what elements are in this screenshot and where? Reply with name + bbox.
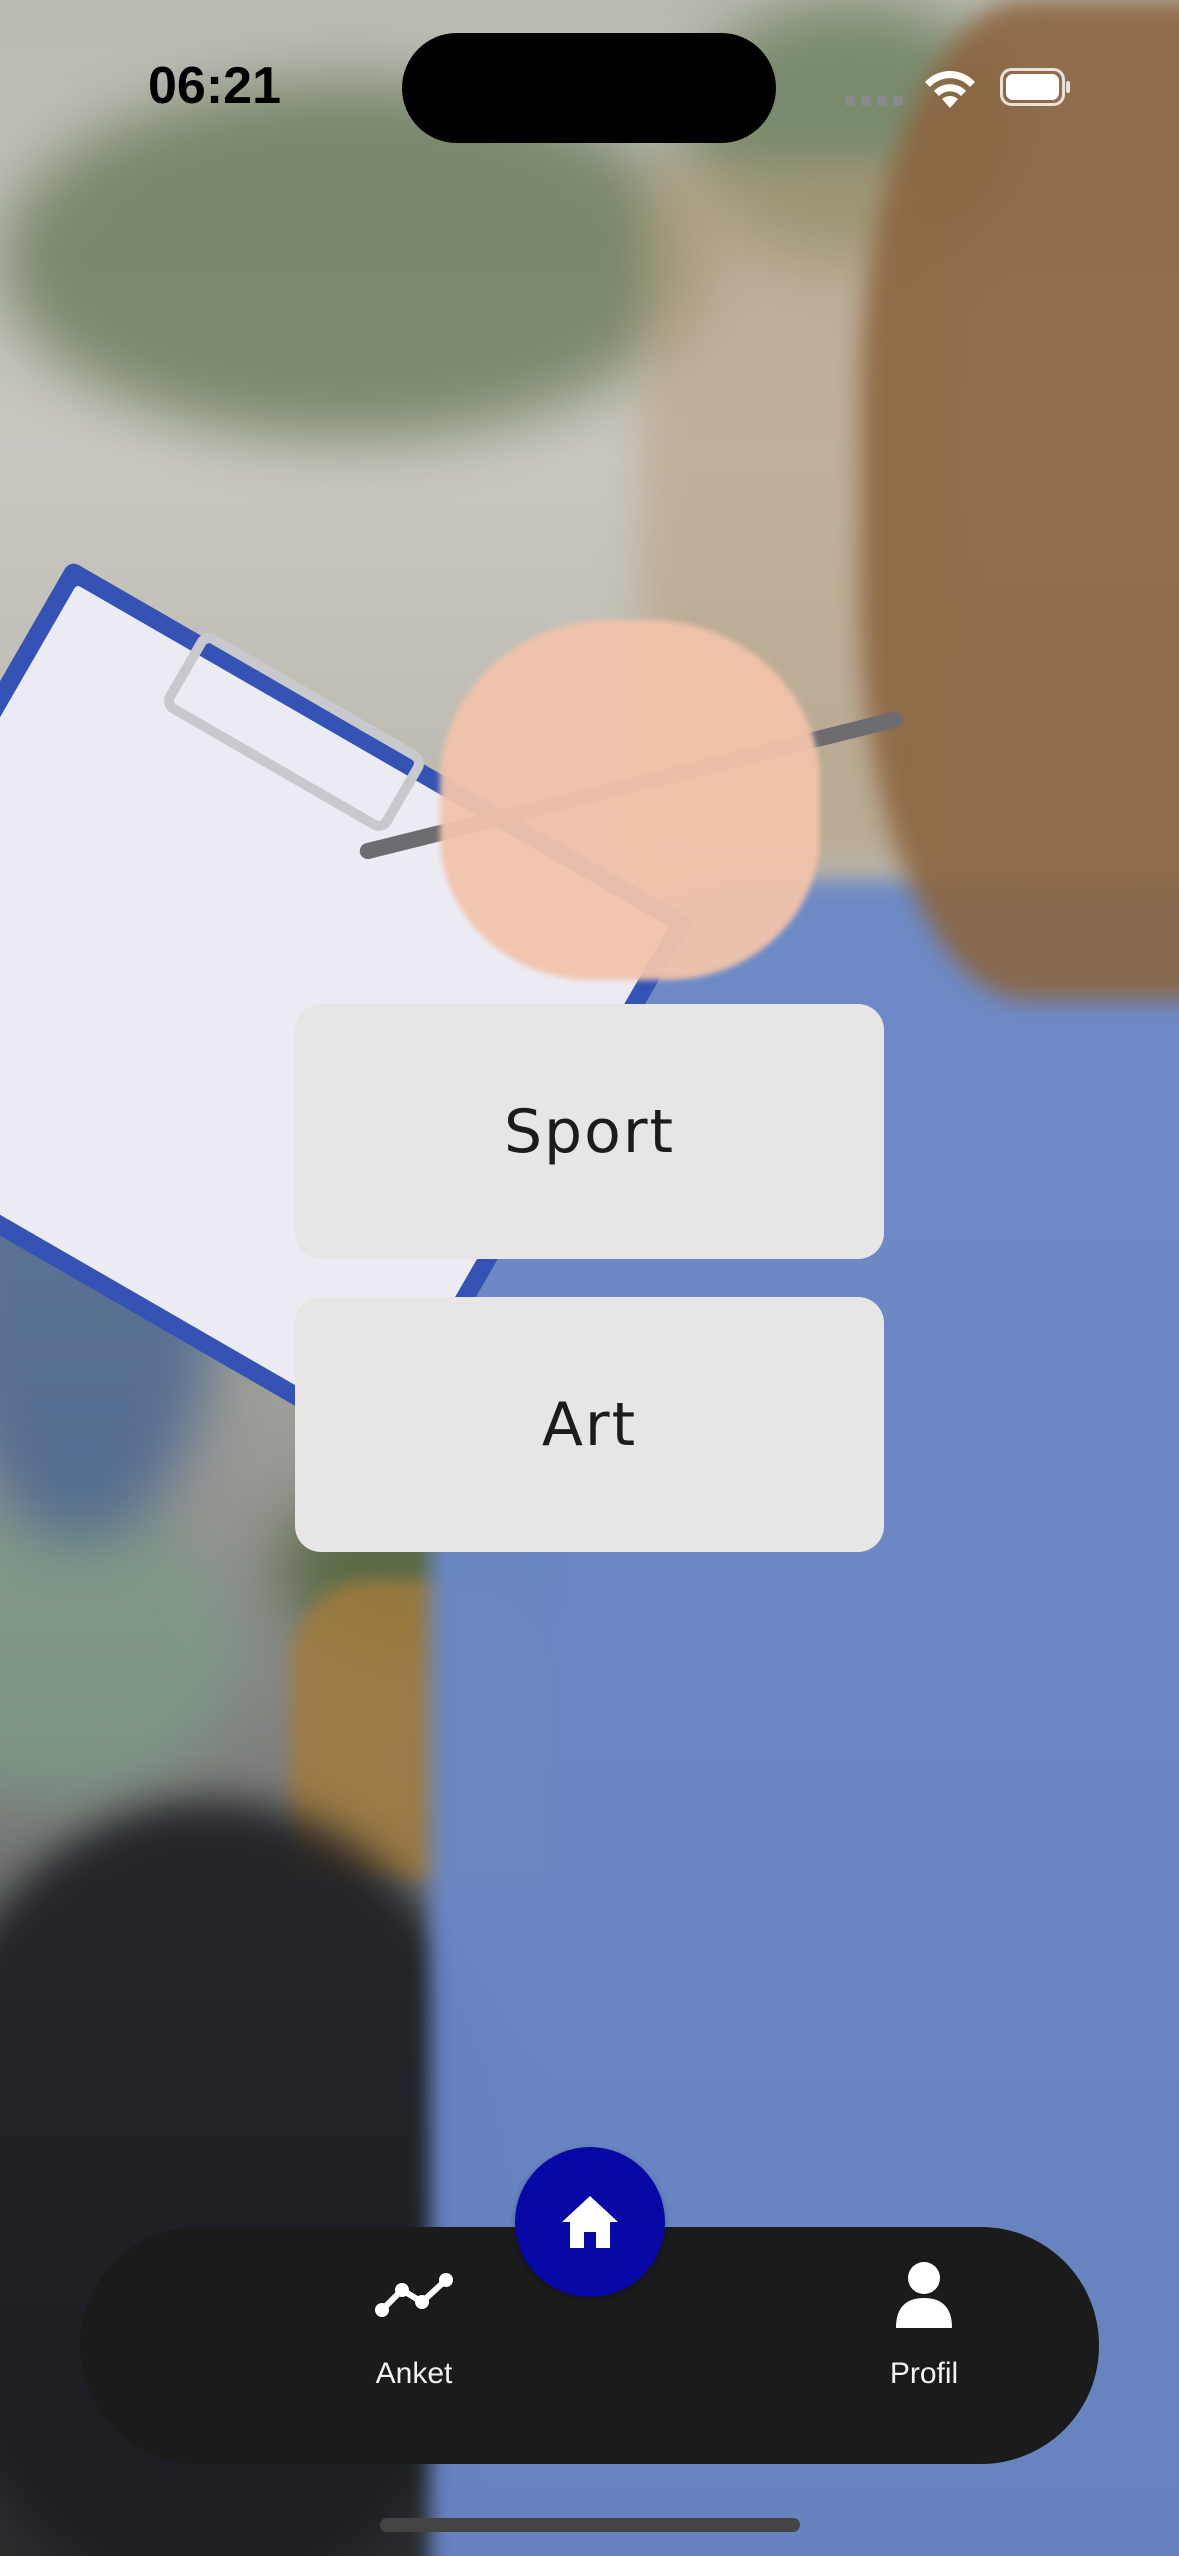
nav-item-anket[interactable]: Anket [294,2227,534,2464]
chart-line-icon [369,2255,459,2335]
home-indicator[interactable] [380,2518,800,2532]
cellular-signal-icon [845,96,903,106]
sport-button[interactable]: Sport [295,1004,884,1259]
nav-item-profil[interactable]: Profil [804,2227,1044,2464]
nav-label-anket: Anket [375,2357,453,2390]
home-icon [562,2196,618,2248]
status-bar: 06:21 [0,0,1179,170]
status-time: 06:21 [148,57,281,115]
art-button[interactable]: Art [295,1297,884,1552]
nav-label-profil: Profil [889,2357,959,2390]
home-button[interactable] [515,2147,665,2297]
wifi-icon [925,71,975,108]
person-icon [879,2255,969,2335]
battery-icon [1000,68,1070,106]
hand-image [440,620,820,980]
dynamic-island [402,33,776,143]
